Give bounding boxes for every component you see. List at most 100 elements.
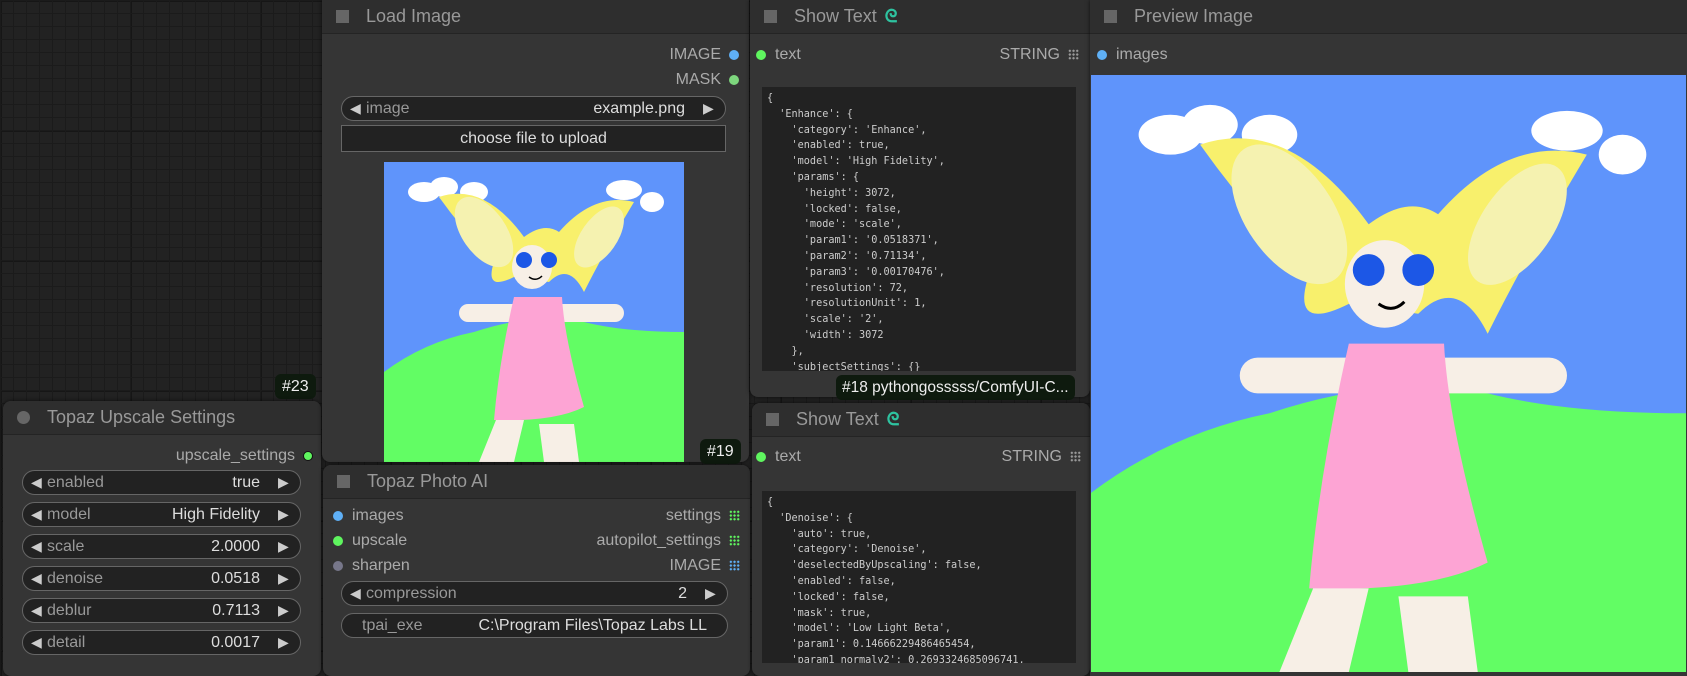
widget-deblur[interactable]: ◀ deblur 0.7113 ▶ — [22, 598, 301, 623]
pysssss-snake-icon: ᘓ — [886, 409, 900, 429]
widget-label: enabled — [47, 473, 104, 491]
widget-value: example.png — [593, 99, 685, 117]
increment-arrow-icon[interactable]: ▶ — [703, 100, 717, 117]
node-title-bar[interactable]: Show Text ᘓ — [750, 0, 1090, 34]
decrement-arrow-icon[interactable]: ◀ — [350, 100, 364, 117]
widget-image-select[interactable]: ◀ image example.png ▶ — [341, 96, 726, 121]
decrement-arrow-icon[interactable]: ◀ — [31, 474, 45, 491]
collapse-dot-icon[interactable] — [17, 411, 30, 424]
node-title-bar[interactable]: Topaz Photo AI — [323, 465, 750, 499]
decrement-arrow-icon[interactable]: ◀ — [31, 602, 45, 619]
output-dot-icon[interactable] — [729, 49, 739, 60]
output-grid-icon[interactable] — [1068, 49, 1079, 60]
node-title-bar[interactable]: Load Image — [322, 0, 749, 34]
node-title: Show Text — [794, 6, 877, 26]
widget-compression[interactable]: ◀ compression 2 ▶ — [341, 581, 728, 606]
output-label: STRING — [1001, 447, 1062, 465]
output-label: autopilot_settings — [596, 531, 721, 549]
input-label: text — [775, 447, 801, 465]
widget-label: detail — [47, 633, 86, 651]
text-display[interactable]: { 'Enhance': { 'category': 'Enhance', 'e… — [762, 87, 1076, 371]
input-label: sharpen — [352, 556, 410, 574]
text-display[interactable]: { 'Denoise': { 'auto': true, 'category':… — [762, 491, 1076, 663]
node-title: Show Text — [796, 409, 879, 429]
output-slot-image[interactable]: IMAGE — [322, 42, 749, 67]
decrement-arrow-icon[interactable]: ◀ — [31, 634, 45, 651]
increment-arrow-icon[interactable]: ▶ — [278, 570, 292, 587]
widget-value: 0.0017 — [211, 633, 260, 651]
input-dot-icon[interactable] — [756, 49, 766, 60]
input-dot-icon[interactable] — [333, 560, 343, 571]
topaz-upscale-settings-node[interactable]: Topaz Upscale Settings upscale_settings … — [3, 401, 321, 676]
input-dot-icon[interactable] — [756, 451, 766, 462]
input-slot-images[interactable]: images — [1090, 42, 1687, 67]
decrement-arrow-icon[interactable]: ◀ — [31, 506, 45, 523]
widget-label: model — [47, 505, 91, 523]
preview-image-node[interactable]: Preview Image images — [1090, 0, 1687, 676]
collapse-box-icon[interactable] — [1104, 10, 1117, 23]
node-title-bar[interactable]: Show Text ᘓ — [752, 403, 1090, 437]
widget-value: true — [232, 473, 260, 491]
slot-label: upscale_settings — [175, 446, 295, 464]
choose-file-button[interactable]: choose file to upload — [341, 125, 726, 152]
widget-label: compression — [366, 584, 457, 602]
widget-detail[interactable]: ◀ detail 0.0017 ▶ — [22, 630, 301, 655]
widget-scale[interactable]: ◀ scale 2.0000 ▶ — [22, 534, 301, 559]
output-grid-icon[interactable] — [729, 535, 740, 546]
widget-value: 2.0000 — [211, 537, 260, 555]
decrement-arrow-icon[interactable]: ◀ — [350, 585, 364, 602]
output-grid-icon[interactable] — [1070, 451, 1081, 462]
slot-row-text-string[interactable]: text STRING — [750, 42, 1090, 67]
output-grid-icon[interactable] — [729, 560, 740, 571]
node-title: Topaz Upscale Settings — [47, 407, 236, 427]
collapse-box-icon[interactable] — [336, 10, 349, 23]
output-slot-upscale-settings[interactable]: upscale_settings — [3, 443, 321, 468]
topaz-photo-ai-node[interactable]: Topaz Photo AI images settings upscale a… — [323, 465, 750, 676]
output-slot-mask[interactable]: MASK — [322, 67, 749, 92]
increment-arrow-icon[interactable]: ▶ — [278, 474, 292, 491]
slot-row-images-settings[interactable]: images settings — [323, 503, 750, 528]
widget-value: C:\Program Files\Topaz Labs LL — [478, 616, 707, 634]
input-label: images — [1116, 45, 1168, 63]
node-title: Topaz Photo AI — [367, 471, 489, 491]
widget-tpai-exe[interactable]: tpai_exe C:\Program Files\Topaz Labs LL — [341, 613, 728, 638]
widget-value: High Fidelity — [171, 505, 260, 523]
input-label: upscale — [352, 531, 408, 549]
output-dot-icon[interactable] — [729, 74, 739, 85]
widget-denoise[interactable]: ◀ denoise 0.0518 ▶ — [22, 566, 301, 591]
input-label: text — [775, 45, 801, 63]
input-dot-icon[interactable] — [333, 510, 343, 521]
increment-arrow-icon[interactable]: ▶ — [705, 585, 719, 602]
widget-label: tpai_exe — [362, 616, 423, 634]
widget-label: image — [366, 99, 410, 117]
decrement-arrow-icon[interactable]: ◀ — [31, 570, 45, 587]
loaded-image-preview — [384, 162, 684, 462]
input-label: images — [352, 506, 404, 524]
show-text-node-1[interactable]: Show Text ᘓ text STRING { 'Enhance': { '… — [750, 0, 1090, 397]
increment-arrow-icon[interactable]: ▶ — [278, 538, 292, 555]
node-title-bar[interactable]: Preview Image — [1090, 0, 1687, 34]
widget-value: 0.0518 — [211, 569, 260, 587]
node-title-bar[interactable]: Topaz Upscale Settings — [3, 401, 321, 435]
load-image-node[interactable]: Load Image IMAGE MASK ◀ image example.png ▶… — [322, 0, 749, 462]
output-label: STRING — [999, 45, 1060, 63]
slot-row-text-string[interactable]: text STRING — [752, 444, 1090, 469]
widget-enabled[interactable]: ◀ enabled true ▶ — [22, 470, 301, 495]
collapse-box-icon[interactable] — [337, 475, 350, 488]
slot-row-sharpen-image[interactable]: sharpen IMAGE — [323, 553, 750, 578]
output-grid-icon[interactable] — [729, 510, 740, 521]
output-label: IMAGE — [669, 556, 721, 574]
show-text-node-2[interactable]: Show Text ᘓ text STRING { 'Denoise': { '… — [752, 403, 1090, 676]
widget-value: 0.7113 — [212, 601, 260, 619]
output-dot-icon[interactable] — [303, 450, 313, 461]
widget-model[interactable]: ◀ model High Fidelity ▶ — [22, 502, 301, 527]
input-dot-icon[interactable] — [333, 535, 343, 546]
collapse-box-icon[interactable] — [764, 10, 777, 23]
collapse-box-icon[interactable] — [766, 413, 779, 426]
increment-arrow-icon[interactable]: ▶ — [278, 506, 292, 523]
increment-arrow-icon[interactable]: ▶ — [278, 634, 292, 651]
decrement-arrow-icon[interactable]: ◀ — [31, 538, 45, 555]
increment-arrow-icon[interactable]: ▶ — [278, 602, 292, 619]
slot-row-upscale-autopilot[interactable]: upscale autopilot_settings — [323, 528, 750, 553]
input-dot-icon[interactable] — [1097, 49, 1107, 60]
